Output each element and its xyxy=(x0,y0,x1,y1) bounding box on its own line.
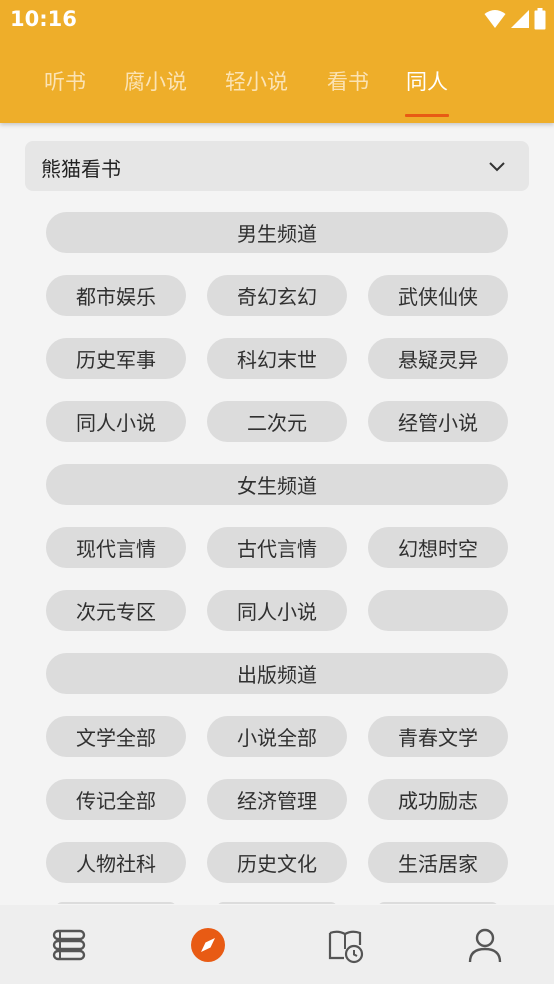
category-button[interactable]: 二次元 xyxy=(207,401,347,442)
category-button[interactable]: 幻想时空 xyxy=(368,527,508,568)
category-button[interactable]: 武侠仙侠 xyxy=(368,275,508,316)
category-button[interactable]: 传记全部 xyxy=(46,779,186,820)
category-button[interactable]: 都市娱乐 xyxy=(46,275,186,316)
category-button[interactable]: 现代言情 xyxy=(46,527,186,568)
category-button[interactable]: 成功励志 xyxy=(368,779,508,820)
tab-audiobook[interactable]: 听书 xyxy=(44,66,86,96)
section-header-publishing[interactable]: 出版频道 xyxy=(46,653,508,694)
category-button[interactable]: 历史军事 xyxy=(46,338,186,379)
tab-light-novel[interactable]: 轻小说 xyxy=(225,66,288,96)
category-button[interactable]: 同人小说 xyxy=(46,401,186,442)
wifi-icon xyxy=(484,10,506,28)
status-icons xyxy=(484,8,546,30)
category-button[interactable]: 古代言情 xyxy=(207,527,347,568)
profile-icon xyxy=(468,928,502,963)
category-button-empty[interactable] xyxy=(368,590,508,631)
source-dropdown[interactable]: 熊猫看书 xyxy=(25,141,529,191)
history-icon xyxy=(328,930,364,964)
category-button[interactable]: 小说全部 xyxy=(207,716,347,757)
source-selected-value: 熊猫看书 xyxy=(41,157,121,181)
nav-bookshelf[interactable] xyxy=(49,925,89,965)
category-button[interactable]: 次元专区 xyxy=(46,590,186,631)
partially-visible-pill xyxy=(56,902,176,904)
category-button[interactable]: 青春文学 xyxy=(368,716,508,757)
tab-bl-novel[interactable]: 腐小说 xyxy=(124,66,187,96)
partially-visible-pill xyxy=(217,902,337,904)
active-tab-indicator xyxy=(405,114,449,117)
category-button[interactable]: 科幻末世 xyxy=(207,338,347,379)
chevron-down-icon xyxy=(489,162,505,172)
tab-fanfic[interactable]: 同人 xyxy=(406,66,448,96)
category-button[interactable]: 同人小说 xyxy=(207,590,347,631)
bookshelf-icon xyxy=(52,929,86,961)
nav-profile[interactable] xyxy=(465,925,505,965)
section-header-female[interactable]: 女生频道 xyxy=(46,464,508,505)
nav-history[interactable] xyxy=(326,925,366,965)
category-button[interactable]: 经管小说 xyxy=(368,401,508,442)
category-button[interactable]: 人物社科 xyxy=(46,842,186,883)
category-button[interactable]: 文学全部 xyxy=(46,716,186,757)
nav-discover[interactable] xyxy=(188,925,228,965)
category-button[interactable]: 历史文化 xyxy=(207,842,347,883)
partially-visible-pill xyxy=(378,902,498,904)
tab-read-books[interactable]: 看书 xyxy=(327,66,369,96)
compass-icon xyxy=(191,928,225,962)
bottom-navigation xyxy=(0,905,554,984)
section-header-male[interactable]: 男生频道 xyxy=(46,212,508,253)
category-tabs: 听书 腐小说 轻小说 看书 同人 xyxy=(0,52,554,122)
category-button[interactable]: 经济管理 xyxy=(207,779,347,820)
status-bar: 10:16 xyxy=(0,0,554,38)
battery-icon xyxy=(534,8,546,30)
status-time: 10:16 xyxy=(10,7,77,31)
content-area[interactable]: 熊猫看书 男生频道 都市娱乐 奇幻玄幻 武侠仙侠 历史军事 科幻末世 悬疑灵异 … xyxy=(0,123,554,904)
cell-signal-icon xyxy=(511,10,529,28)
category-button[interactable]: 奇幻玄幻 xyxy=(207,275,347,316)
category-button[interactable]: 生活居家 xyxy=(368,842,508,883)
app-header: 10:16 听书 腐小说 轻小说 看书 同人 xyxy=(0,0,554,123)
category-button[interactable]: 悬疑灵异 xyxy=(368,338,508,379)
